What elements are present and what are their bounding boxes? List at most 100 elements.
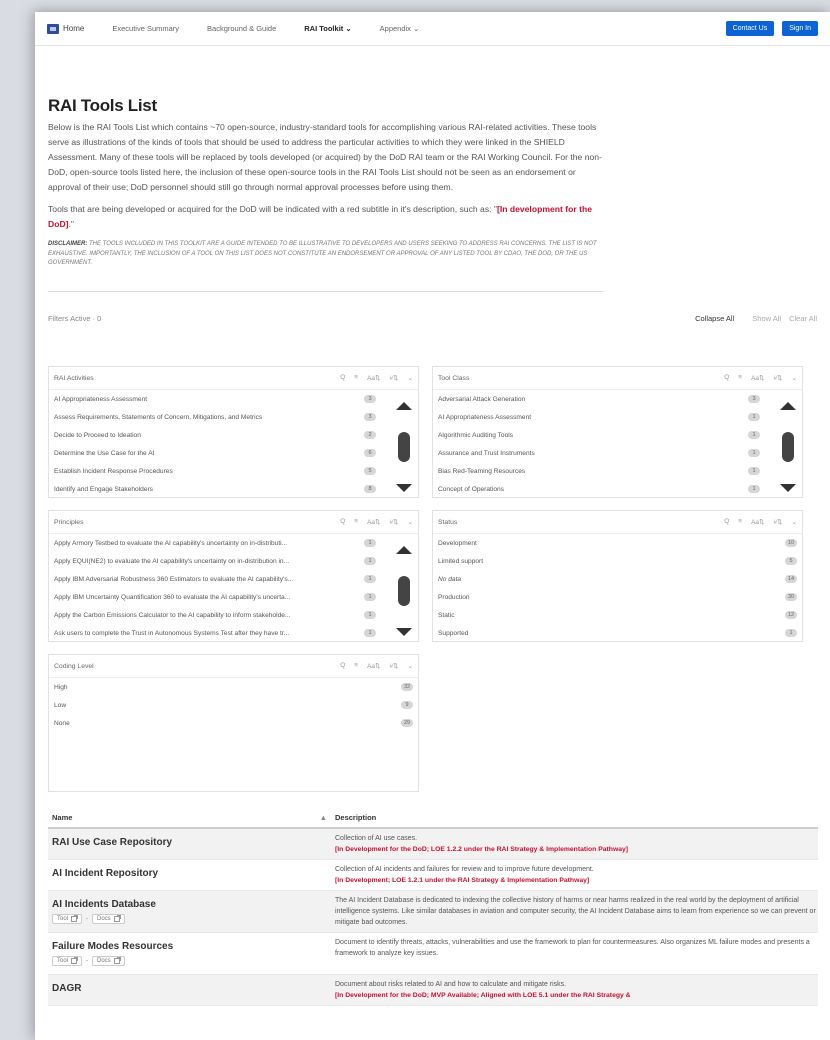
tool-link-button[interactable]: Tool <box>52 956 83 966</box>
tools-table: Name ▲ Description RAI Use Case Reposito… <box>48 807 818 1006</box>
cell-description: Document to identify threats, attacks, v… <box>333 933 818 974</box>
tool-name: Failure Modes Resources <box>52 941 174 952</box>
sort-count-icon[interactable]: #⇅ <box>389 518 398 526</box>
scroll-down-icon[interactable] <box>396 628 412 636</box>
list-item[interactable]: Establish Incident Response Procedures 5 <box>49 462 418 480</box>
table-row[interactable]: AI Incident Repository Collection of AI … <box>48 860 818 891</box>
list-item[interactable]: Apply Armory Testbed to evaluate the AI … <box>49 534 418 552</box>
search-icon[interactable]: Q <box>724 374 729 382</box>
list-item[interactable]: Apply IBM Uncertainty Quantification 360… <box>49 588 418 606</box>
list-item[interactable]: Apply the Carbon Emissions Calculator to… <box>49 606 418 624</box>
menu-icon[interactable]: ≡ <box>738 518 742 526</box>
scroll-up-icon[interactable] <box>396 546 412 554</box>
chevron-down-icon[interactable]: ⌄ <box>408 518 413 526</box>
sort-alpha-icon[interactable]: Aa⇅ <box>751 518 764 526</box>
list-item[interactable]: Identify and Engage Stakeholders 8 <box>49 480 418 497</box>
menu-icon[interactable]: ≡ <box>354 374 358 382</box>
sort-count-icon[interactable]: #⇅ <box>773 518 782 526</box>
list-item[interactable]: Decide to Proceed to Ideation 2 <box>49 426 418 444</box>
nav-executive-summary[interactable]: Executive Summary <box>112 24 179 33</box>
column-header-description[interactable]: Description <box>333 813 818 822</box>
sort-alpha-icon[interactable]: Aa⇅ <box>367 518 380 526</box>
scroll-up-icon[interactable] <box>780 402 796 410</box>
scrollbar[interactable] <box>396 402 412 492</box>
clear-all-button[interactable]: Clear All <box>789 314 817 323</box>
menu-icon[interactable]: ≡ <box>354 662 358 670</box>
sign-in-button[interactable]: Sign In <box>782 21 818 36</box>
list-item-label: Identify and Engage Stakeholders <box>54 485 153 493</box>
list-item[interactable]: AI Appropriateness Assessment 3 <box>49 390 418 408</box>
sort-count-icon[interactable]: #⇅ <box>773 374 782 382</box>
search-icon[interactable]: Q <box>340 374 345 382</box>
sort-count-icon[interactable]: #⇅ <box>389 374 398 382</box>
list-item[interactable]: Low 9 <box>49 696 418 714</box>
list-item-label: Assurance and Trust Instruments <box>438 449 535 457</box>
list-item[interactable]: Assess Requirements, Statements of Conce… <box>49 408 418 426</box>
count-badge: 14 <box>785 575 797 583</box>
table-row[interactable]: RAI Use Case Repository Collection of AI… <box>48 829 818 860</box>
scrollbar[interactable] <box>780 402 796 492</box>
table-row[interactable]: Failure Modes Resources Tool - Docs Docu… <box>48 933 818 975</box>
sort-count-icon[interactable]: #⇅ <box>389 662 398 670</box>
table-row[interactable]: DAGR Document about risks related to AI … <box>48 975 818 1006</box>
chevron-down-icon[interactable]: ⌄ <box>408 662 413 670</box>
list-item[interactable]: Bias Red-Teaming Resources 1 <box>433 462 802 480</box>
list-item[interactable]: Apply IBM Adversarial Robustness 360 Est… <box>49 570 418 588</box>
scroll-thumb[interactable] <box>398 432 410 462</box>
list-item[interactable]: Apply EQUI(NE2) to evaluate the AI capab… <box>49 552 418 570</box>
list-item[interactable]: High 32 <box>49 678 418 696</box>
tool-links: Tool - Docs <box>52 956 329 966</box>
docs-link-button[interactable]: Docs <box>92 914 125 924</box>
sort-alpha-icon[interactable]: Aa⇅ <box>367 662 380 670</box>
chevron-down-icon[interactable]: ⌄ <box>408 374 413 382</box>
nav-home[interactable]: Home <box>47 23 84 34</box>
docs-link-label: Docs <box>97 958 111 964</box>
list-item[interactable]: Supported 1 <box>433 624 802 641</box>
table-row[interactable]: AI Incidents Database Tool - Docs The AI… <box>48 891 818 933</box>
list-item-label: Algorithmic Auditing Tools <box>438 431 514 439</box>
sort-ascending-icon[interactable]: ▲ <box>320 813 327 822</box>
nav-background-guide[interactable]: Background & Guide <box>207 24 276 33</box>
list-item[interactable]: Ask users to complete the Trust in Auton… <box>49 624 418 641</box>
list-item[interactable]: Static 12 <box>433 606 802 624</box>
list-item-label: Apply EQUI(NE2) to evaluate the AI capab… <box>54 557 290 565</box>
tool-link-button[interactable]: Tool <box>52 914 83 924</box>
list-item[interactable]: Development 10 <box>433 534 802 552</box>
chevron-down-icon[interactable]: ⌄ <box>792 518 797 526</box>
search-icon[interactable]: Q <box>724 518 729 526</box>
menu-icon[interactable]: ≡ <box>354 518 358 526</box>
contact-us-button[interactable]: Contact Us <box>725 21 775 36</box>
list-item[interactable]: Adversarial Attack Generation 3 <box>433 390 802 408</box>
scroll-thumb[interactable] <box>398 576 410 606</box>
show-all-button[interactable]: Show All <box>752 314 781 323</box>
list-item[interactable]: Production 30 <box>433 588 802 606</box>
scroll-down-icon[interactable] <box>780 484 796 492</box>
list-item[interactable]: None 29 <box>49 714 418 732</box>
sort-alpha-icon[interactable]: Aa⇅ <box>751 374 764 382</box>
list-item[interactable]: No data 14 <box>433 570 802 588</box>
docs-link-button[interactable]: Docs <box>92 956 125 966</box>
scroll-up-icon[interactable] <box>396 402 412 410</box>
count-badge: 1 <box>364 629 376 637</box>
scroll-down-icon[interactable] <box>396 484 412 492</box>
list-item[interactable]: Determine the Use Case for the AI 6 <box>49 444 418 462</box>
list-item[interactable]: Algorithmic Auditing Tools 1 <box>433 426 802 444</box>
list-item-label: Assess Requirements, Statements of Conce… <box>54 413 263 421</box>
search-icon[interactable]: Q <box>340 518 345 526</box>
collapse-all-button[interactable]: Collapse All <box>695 314 734 323</box>
scrollbar[interactable] <box>396 546 412 636</box>
search-icon[interactable]: Q <box>340 662 345 670</box>
column-header-name[interactable]: Name ▲ <box>48 813 333 822</box>
sort-alpha-icon[interactable]: Aa⇅ <box>367 374 380 382</box>
list-item-label: Static <box>438 611 455 619</box>
list-item[interactable]: Limited support 5 <box>433 552 802 570</box>
list-item-label: No data <box>438 575 462 583</box>
nav-rai-toolkit[interactable]: RAI Toolkit ⌄ <box>304 24 351 33</box>
list-item[interactable]: AI Appropriateness Assessment 1 <box>433 408 802 426</box>
menu-icon[interactable]: ≡ <box>738 374 742 382</box>
nav-appendix[interactable]: Appendix ⌄ <box>380 24 420 33</box>
chevron-down-icon[interactable]: ⌄ <box>792 374 797 382</box>
list-item[interactable]: Assurance and Trust Instruments 1 <box>433 444 802 462</box>
list-item[interactable]: Concept of Operations 1 <box>433 480 802 497</box>
scroll-thumb[interactable] <box>782 432 794 462</box>
